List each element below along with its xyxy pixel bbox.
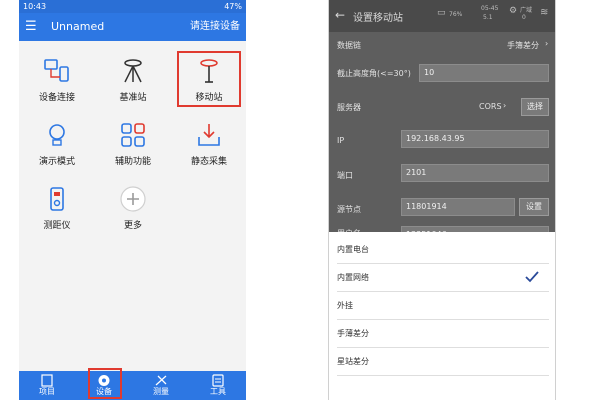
server-label: 服务器 — [337, 103, 361, 112]
signal-icon: ≋ — [540, 7, 549, 18]
option-external[interactable]: 外挂 — [337, 292, 549, 320]
download-tray-icon — [198, 124, 220, 146]
status-time: 10:43 — [23, 2, 47, 11]
feature-grid: 设备连接 基准站 移动站 演示模式 辅助功能 静态采集 测距仪 更多 — [19, 41, 246, 371]
source-node-label: 源节点 — [337, 205, 361, 214]
device-connect-icon — [44, 59, 69, 82]
option-satellite-differential[interactable]: 星站差分 — [337, 348, 549, 376]
highlight-box — [88, 368, 122, 399]
option-internal-network[interactable]: 内置网络 — [337, 264, 549, 292]
port-input[interactable]: 2101 — [401, 164, 549, 182]
port-label: 端口 — [337, 171, 353, 180]
option-handset-differential[interactable]: 手薄差分 — [337, 320, 549, 348]
elevation-label: 截止高度角(<=30°) — [337, 69, 411, 78]
plus-circle-icon — [120, 186, 146, 212]
gear-icon: ⚙ — [509, 6, 518, 16]
tile-label: 设备连接 — [38, 93, 75, 103]
nav-device[interactable]: 设备 — [76, 368, 132, 400]
tile-label: 测距仪 — [43, 221, 71, 231]
rangefinder-icon — [50, 187, 64, 211]
grid-apps-icon — [121, 123, 145, 147]
tile-label: 基准站 — [119, 93, 147, 103]
tile-device-connect[interactable]: 设备连接 — [19, 49, 95, 109]
tile-label: 静态采集 — [190, 157, 227, 167]
source-node-set-button[interactable]: 设置 — [519, 198, 549, 216]
ip-label: IP — [337, 136, 345, 145]
nav-project[interactable]: 项目 — [19, 371, 75, 400]
app-header: ☰ Unnamed 请连接设备 — [19, 13, 246, 41]
tile-demo-mode[interactable]: 演示模式 — [19, 113, 95, 173]
tile-label: 更多 — [123, 221, 142, 231]
checkmark-icon — [525, 271, 539, 283]
right-phone-screen: ← 设置移动站 ▭ 76% 05-45 5.1 ⚙ 广域 0 ≋ 数据链 手簿差… — [328, 0, 556, 400]
connect-device-link[interactable]: 请连接设备 — [190, 20, 240, 34]
project-icon — [41, 374, 53, 387]
battery-icon: ▭ — [437, 8, 446, 18]
server-value[interactable]: CORS — [479, 102, 502, 111]
back-arrow-icon[interactable]: ← — [335, 8, 345, 22]
tile-more[interactable]: 更多 — [95, 177, 171, 237]
highlight-box — [177, 51, 241, 107]
chevron-right-icon: › — [545, 39, 549, 48]
ip-input[interactable]: 192.168.43.95 — [401, 130, 549, 148]
app-header: ← 设置移动站 ▭ 76% 05-45 5.1 ⚙ 广域 0 ≋ — [329, 0, 555, 32]
option-label: 星站差分 — [337, 357, 369, 366]
battery-level: 76% — [449, 11, 463, 18]
elevation-input[interactable]: 10 — [419, 64, 549, 82]
tile-rover[interactable]: 移动站 — [171, 49, 246, 109]
data-link-label: 数据链 — [337, 41, 361, 50]
left-phone-screen: 10:43 47% ☰ Unnamed 请连接设备 设备连接 基准站 移动站 演… — [19, 0, 246, 400]
nav-survey[interactable]: 测量 — [133, 371, 189, 400]
data-link-option-sheet: 内置电台 内置网络 外挂 手薄差分 星站差分 — [329, 232, 555, 400]
survey-icon — [155, 375, 167, 386]
option-internal-radio[interactable]: 内置电台 — [337, 236, 549, 264]
base-station-icon — [124, 59, 142, 83]
data-link-value[interactable]: 手簿差分 — [507, 40, 539, 51]
server-select-button[interactable]: 选择 — [521, 98, 549, 116]
tools-icon — [212, 374, 224, 387]
bottom-nav: 项目 设备 测量 工具 — [19, 368, 246, 400]
option-label: 手薄差分 — [337, 329, 369, 338]
option-label: 内置电台 — [337, 245, 369, 254]
tile-aux-functions[interactable]: 辅助功能 — [95, 113, 171, 173]
tile-label: 演示模式 — [38, 157, 75, 167]
nav-label: 测量 — [153, 387, 169, 396]
satellite-count: 05-45 — [481, 5, 499, 12]
chevron-right-icon: › — [503, 101, 507, 110]
lightbulb-icon — [49, 124, 65, 146]
project-title: Unnamed — [51, 20, 105, 33]
source-node-input[interactable]: 11801914 — [401, 198, 515, 216]
satellite-precision: 5.1 — [483, 14, 493, 21]
nav-label: 项目 — [39, 387, 55, 396]
fix-value: 0 — [522, 14, 526, 21]
settings-form-overlay: 数据链 手簿差分 › 截止高度角(<=30°) 10 服务器 CORS › 选择… — [329, 32, 555, 244]
status-battery: 47% — [224, 2, 242, 11]
nav-label: 工具 — [210, 387, 226, 396]
nav-tools[interactable]: 工具 — [190, 371, 246, 400]
option-label: 外挂 — [337, 301, 353, 310]
page-title: 设置移动站 — [353, 13, 403, 24]
tile-rangefinder[interactable]: 测距仪 — [19, 177, 95, 237]
hamburger-icon[interactable]: ☰ — [25, 19, 37, 35]
option-label: 内置网络 — [337, 273, 369, 282]
tile-static-collection[interactable]: 静态采集 — [171, 113, 246, 173]
fix-status: 广域 — [520, 7, 533, 14]
tile-base-station[interactable]: 基准站 — [95, 49, 171, 109]
tile-label: 辅助功能 — [114, 157, 151, 167]
status-bar: 10:43 47% — [19, 0, 246, 13]
